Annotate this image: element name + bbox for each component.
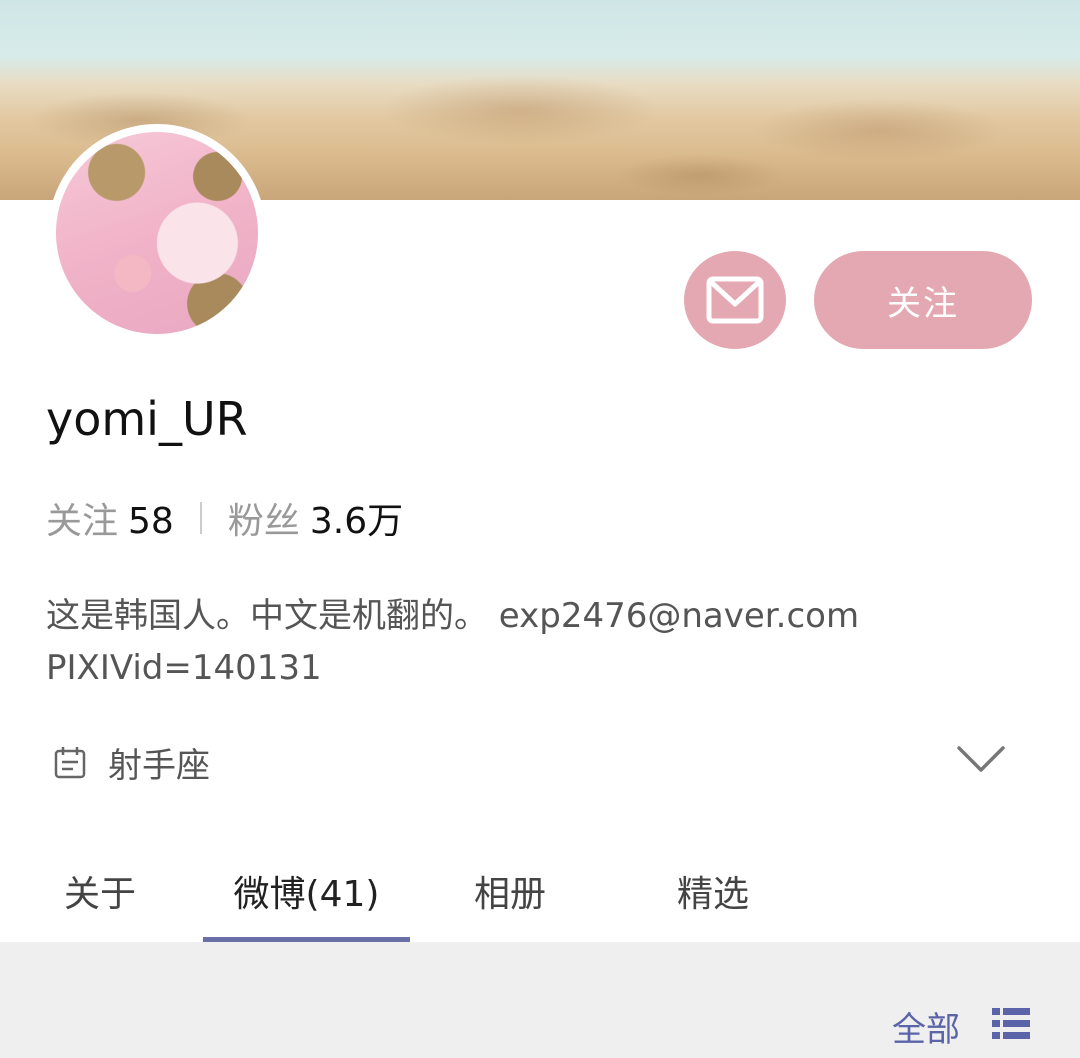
following-count: 58: [128, 501, 174, 542]
profile-stats: 关注 58 粉丝 3.6万: [46, 492, 403, 544]
zodiac-row: 射手座: [52, 738, 210, 787]
tab-label: 相册: [473, 874, 546, 915]
bio-line: 这是韩国人。中文是机翻的。 exp2476@naver.com: [46, 596, 860, 636]
following-stat[interactable]: 关注 58: [46, 492, 174, 544]
tab-label: 微博(41): [233, 874, 380, 915]
avatar-image: [56, 132, 258, 334]
tab-weibo[interactable]: 微博(41): [203, 840, 410, 942]
message-button[interactable]: [684, 251, 786, 349]
list-icon[interactable]: [992, 1008, 1030, 1040]
zodiac-text: 射手座: [108, 746, 210, 786]
bio-line: PIXIVid=140131: [46, 648, 322, 688]
avatar[interactable]: [48, 124, 266, 342]
tab-album[interactable]: 相册: [440, 840, 580, 942]
mail-icon: [706, 276, 764, 324]
filter-all-button[interactable]: 全部: [892, 1002, 960, 1051]
username: yomi_UR: [46, 392, 248, 446]
followers-stat[interactable]: 粉丝 3.6万: [228, 492, 403, 544]
tab-about[interactable]: 关于: [30, 840, 170, 942]
following-label: 关注: [46, 501, 119, 542]
followers-count: 3.6万: [309, 501, 404, 542]
stats-divider: [199, 502, 202, 534]
calendar-icon: [54, 746, 86, 778]
followers-label: 粉丝: [227, 501, 300, 542]
follow-button[interactable]: 关注: [814, 251, 1032, 349]
profile-tabs: 关于 微博(41) 相册 精选: [0, 840, 1080, 942]
tab-featured[interactable]: 精选: [643, 840, 783, 942]
chevron-down-icon[interactable]: [956, 744, 1006, 774]
tab-label: 精选: [676, 874, 749, 915]
tab-label: 关于: [63, 874, 136, 915]
bio: 这是韩国人。中文是机翻的。 exp2476@naver.com PIXIVid=…: [46, 590, 1046, 694]
